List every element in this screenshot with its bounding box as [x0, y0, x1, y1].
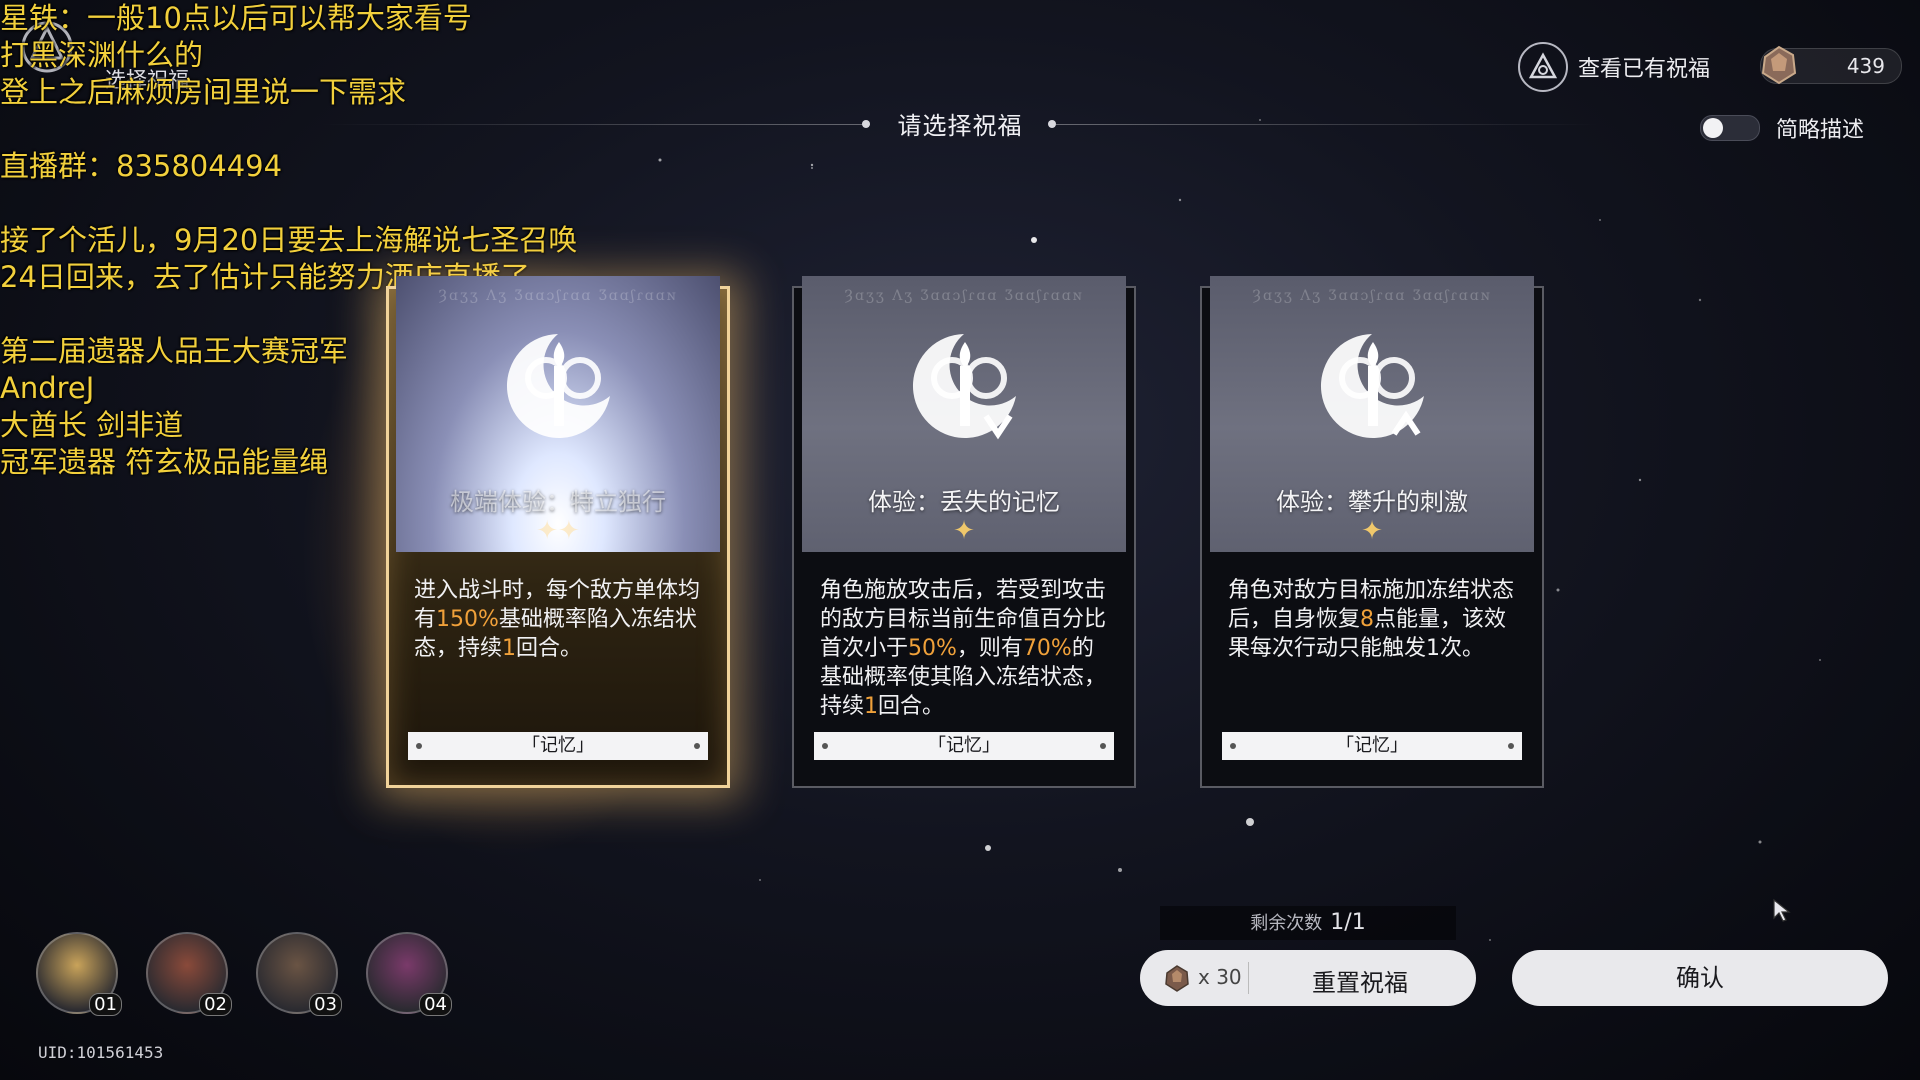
page-title: 请选择祝福 [897, 112, 1023, 140]
remembrance-path-emblem-icon [1320, 334, 1424, 438]
highlight-value: 150% [436, 607, 499, 632]
blessing-card-2[interactable]: Ȝɑʒʒ Λʒ Ʒɑɑɔʃɾɑɑ Ʒɑɑʃɾɑɑɴ 体验：丢失的记忆 ✦ 角色施… [792, 276, 1136, 788]
toggle-knob [1703, 118, 1723, 138]
path-dot [694, 743, 700, 749]
reset-label: 重置祝福 [1312, 969, 1408, 997]
path-dot [1230, 743, 1236, 749]
blessing-emblem-icon [1518, 42, 1568, 92]
brief-description-toggle[interactable]: 简略描述 [1700, 112, 1864, 144]
party-slot-number: 03 [309, 993, 342, 1016]
party-member-avatar[interactable]: 04 [366, 932, 452, 1016]
path-dot [1100, 743, 1106, 749]
description-text: 回合。 [516, 636, 583, 661]
blessing-description: 角色施放攻击后，若受到攻击的敌方目标当前生命值百分比首次小于50%，则有70%的… [820, 576, 1112, 721]
highlight-value: 1 [502, 636, 517, 661]
view-blessings-button[interactable]: 查看已有祝福 [1518, 42, 1710, 92]
cosmic-fragment-icon [1165, 965, 1189, 992]
blessing-description: 进入战斗时，每个敌方单体均有150%基础概率陷入冻结状态，持续1回合。 [414, 576, 706, 663]
blessing-card-3[interactable]: Ȝɑʒʒ Λʒ Ʒɑɑɔʃɾɑɑ Ʒɑɑʃɾɑɑɴ 体验：攀升的刺激 ✦ 角色对… [1200, 276, 1544, 788]
blessing-name: 体验：攀升的刺激 [1276, 488, 1468, 516]
path-label: 「记忆」 [1336, 735, 1408, 756]
card-decorative-script: Ȝɑʒʒ Λʒ Ʒɑɑɔʃɾɑɑ Ʒɑɑʃɾɑɑɴ [1252, 288, 1492, 304]
confirm-button[interactable]: 确认 [1512, 950, 1888, 1006]
overlay-line [0, 185, 640, 222]
overlay-line: 打黑深渊什么的 [0, 38, 204, 72]
path-tag: 「记忆」 [408, 732, 708, 760]
card-decorative-script: Ȝɑʒʒ Λʒ Ʒɑɑɔʃɾɑɑ Ʒɑɑʃɾɑɑɴ [438, 288, 678, 304]
party-slot-number: 02 [199, 993, 232, 1016]
path-tag: 「记忆」 [1222, 732, 1522, 760]
brief-description-label: 简略描述 [1776, 118, 1865, 143]
cosmic-fragment-counter: 439 [1760, 45, 1902, 85]
path-dot [822, 743, 828, 749]
remaining-count: 剩余次数 1/1 [1160, 906, 1456, 940]
card-artwork: Ȝɑʒʒ Λʒ Ʒɑɑɔʃɾɑɑ Ʒɑɑʃɾɑɑɴ 体验：攀升的刺激 ✦ [1210, 276, 1534, 552]
party-member-avatar[interactable]: 01 [36, 932, 122, 1016]
path-tag: 「记忆」 [814, 732, 1114, 760]
toggle-switch[interactable] [1700, 115, 1760, 141]
overlay-line: 直播群：835804494 [0, 149, 283, 183]
cosmic-fragment-icon [1761, 45, 1797, 85]
party-member-avatar[interactable]: 02 [146, 932, 232, 1016]
description-text: ，则有 [956, 636, 1023, 661]
header-dot-right [1048, 120, 1056, 128]
highlight-value: 8 [1360, 607, 1375, 632]
overlay-line: 接了个活儿，9月20日要去上海解说七圣召唤 [0, 223, 578, 257]
path-label: 「记忆」 [928, 735, 1000, 756]
currency-value: 439 [1846, 54, 1885, 78]
reset-blessings-button[interactable]: x 30 重置祝福 [1140, 950, 1476, 1006]
blessing-card-1[interactable]: Ȝɑʒʒ Λʒ Ʒɑɑɔʃɾɑɑ Ʒɑɑʃɾɑɑɴ 极端体验：特立独行 ✦✦ 进… [386, 276, 730, 788]
party-member-avatar[interactable]: 03 [256, 932, 342, 1016]
card-artwork: Ȝɑʒʒ Λʒ Ʒɑɑɔʃɾɑɑ Ʒɑɑʃɾɑɑɴ 体验：丢失的记忆 ✦ [802, 276, 1126, 552]
path-label: 「记忆」 [522, 735, 594, 756]
path-dot [1508, 743, 1514, 749]
remaining-value: 1/1 [1330, 910, 1366, 935]
header-line-right [1056, 124, 1600, 125]
party-slot-number: 04 [419, 993, 452, 1016]
description-text: 回合。 [878, 694, 945, 719]
reset-cost: x 30 [1198, 965, 1242, 989]
mouse-cursor-icon [1773, 898, 1791, 922]
blessing-description: 角色对敌方目标施加冻结状态后，自身恢复8点能量，该效果每次行动只能触发1次。 [1228, 576, 1520, 663]
rarity-star-icon: ✦ [953, 516, 975, 546]
remembrance-path-emblem-icon [506, 334, 610, 438]
rarity-star-icon: ✦✦ [536, 516, 580, 546]
remaining-label: 剩余次数 [1250, 913, 1323, 934]
highlight-value: 70% [1022, 636, 1072, 661]
blessing-name: 极端体验：特立独行 [450, 488, 666, 516]
party-slot-number: 01 [89, 993, 122, 1016]
divider [1248, 962, 1249, 994]
path-dot [416, 743, 422, 749]
highlight-value: 50% [908, 636, 957, 661]
card-artwork: Ȝɑʒʒ Λʒ Ʒɑɑɔʃɾɑɑ Ʒɑɑʃɾɑɑɴ 极端体验：特立独行 ✦✦ [396, 276, 720, 552]
overlay-line: 星铁：一般10点以后可以帮大家看号 [0, 1, 472, 35]
blessing-name: 体验：丢失的记忆 [868, 488, 1060, 516]
view-blessings-label: 查看已有祝福 [1578, 57, 1711, 82]
card-decorative-script: Ȝɑʒʒ Λʒ Ʒɑɑɔʃɾɑɑ Ʒɑɑʃɾɑɑɴ [844, 288, 1084, 304]
remembrance-path-emblem-icon [912, 334, 1016, 440]
rarity-star-icon: ✦ [1361, 516, 1383, 546]
party-lineup: 01 02 03 04 [36, 932, 452, 1016]
player-uid: UID:101561453 [38, 1043, 164, 1062]
highlight-value: 1 [864, 694, 879, 719]
